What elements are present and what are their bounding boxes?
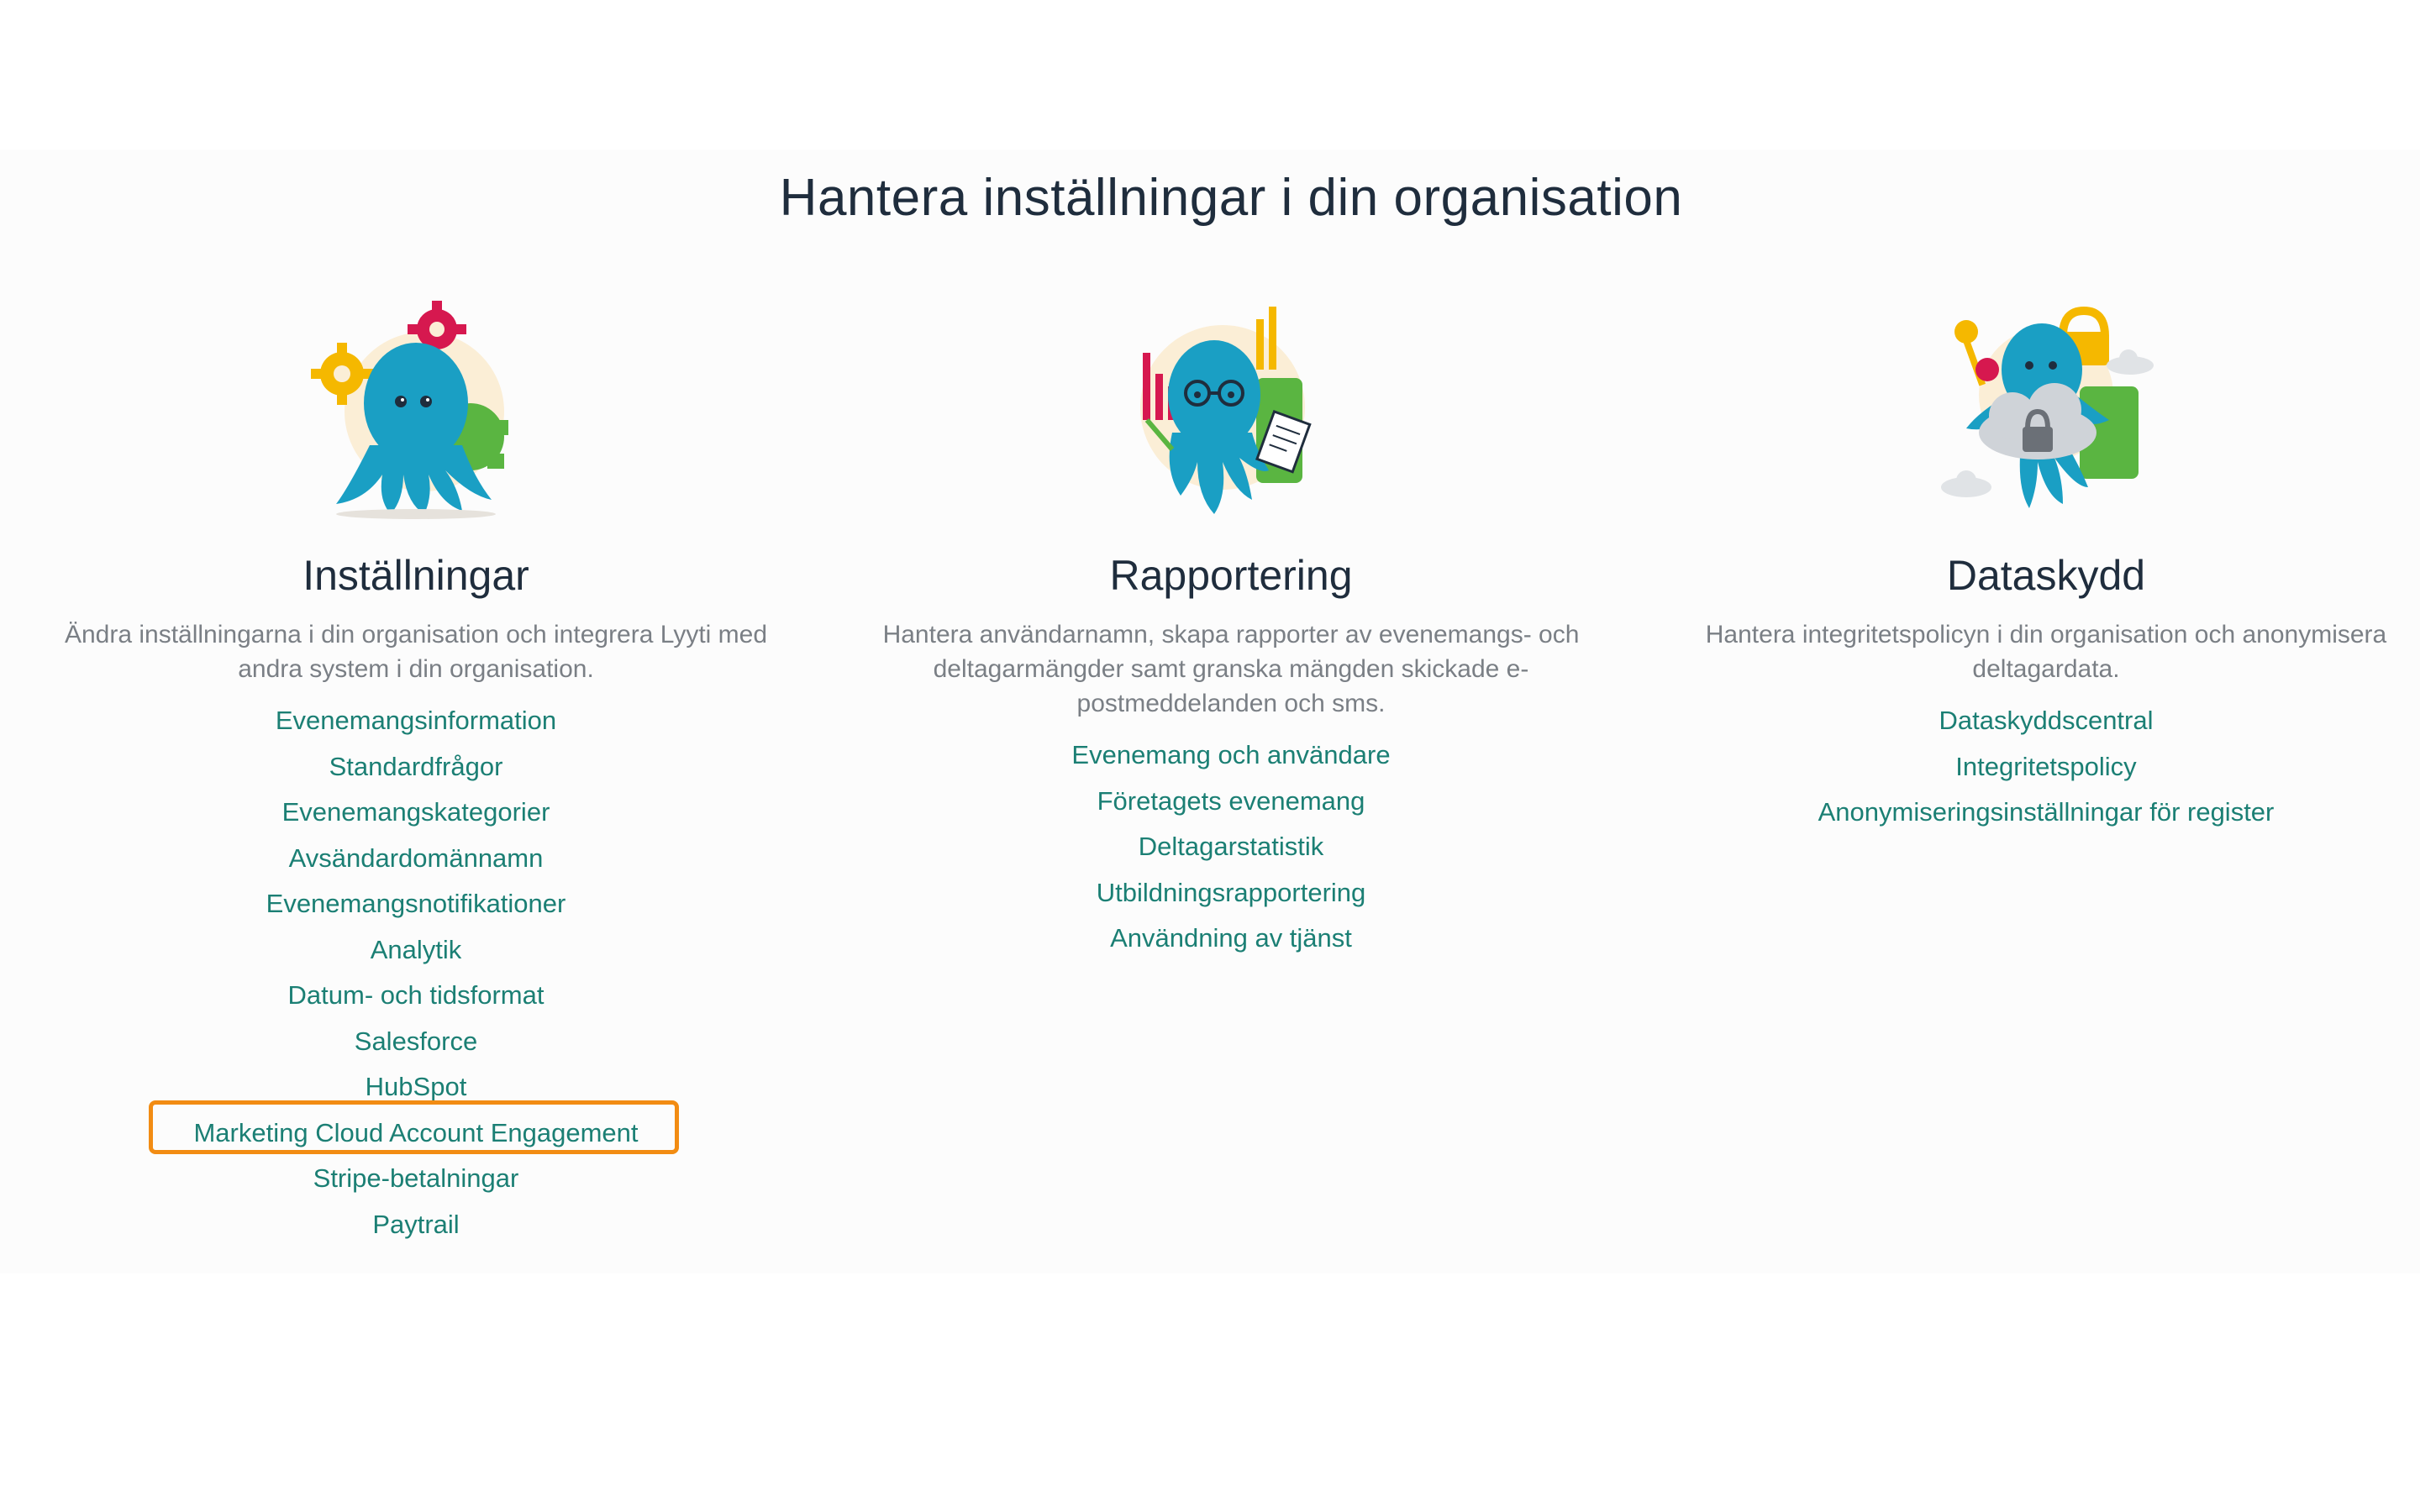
list-item: Användning av tjänst [836, 916, 1626, 962]
data-protection-octopus-lock-illustration [1928, 294, 2164, 529]
reporting-column: Rapportering Hantera användarnamn, skapa… [836, 294, 1626, 962]
settings-link-list: Evenemangsinformation Standardfrågor Eve… [21, 698, 811, 1247]
data-protection-link-list: Dataskyddscentral Integritetspolicy Anon… [1651, 698, 2420, 836]
link-hubspot[interactable]: HubSpot [366, 1072, 467, 1101]
list-item: Anonymiseringsinställningar för register [1651, 790, 2420, 836]
link-utbildningsrapportering[interactable]: Utbildningsrapportering [1097, 878, 1366, 907]
list-item: Evenemang och användare [836, 732, 1626, 779]
link-deltagarstatistik[interactable]: Deltagarstatistik [1139, 832, 1324, 861]
link-anvandning-av-tjanst[interactable]: Användning av tjänst [1110, 923, 1352, 953]
link-foretagets-evenemang[interactable]: Företagets evenemang [1097, 786, 1365, 816]
list-item: Analytik [21, 927, 811, 974]
list-item: Paytrail [21, 1202, 811, 1248]
link-dataskyddscentral[interactable]: Dataskyddscentral [1939, 706, 2153, 735]
list-item: Avsändardomännamn [21, 836, 811, 882]
settings-description: Ändra inställningarna i din organisation… [64, 621, 768, 683]
list-item: Integritetspolicy [1651, 744, 2420, 790]
data-protection-description: Hantera integritetspolicyn i din organis… [1705, 621, 2387, 683]
link-avsandardomannamn[interactable]: Avsändardomännamn [289, 843, 544, 873]
reporting-description: Hantera användarnamn, skapa rapporter av… [882, 621, 1580, 717]
link-evenemang-och-anvandare[interactable]: Evenemang och användare [1071, 740, 1390, 769]
list-item: Evenemangsnotifikationer [21, 881, 811, 927]
link-stripe-betalningar[interactable]: Stripe-betalningar [313, 1163, 519, 1193]
link-datum-och-tidsformat[interactable]: Datum- och tidsformat [288, 980, 544, 1010]
list-item: Marketing Cloud Account Engagement [21, 1110, 811, 1157]
settings-column: Inställningar Ändra inställningarna i di… [21, 294, 811, 1247]
link-standardfragor[interactable]: Standardfrågor [329, 752, 503, 781]
page-title: Hantera inställningar i din organisation [779, 169, 1683, 227]
reporting-link-list: Evenemang och användare Företagets evene… [836, 732, 1626, 962]
list-item: Deltagarstatistik [836, 824, 1626, 870]
link-paytrail[interactable]: Paytrail [372, 1210, 459, 1239]
reporting-octopus-charts-illustration [1113, 294, 1349, 529]
list-item: HubSpot [21, 1064, 811, 1110]
list-item: Salesforce [21, 1019, 811, 1065]
link-integritetspolicy[interactable]: Integritetspolicy [1955, 752, 2136, 781]
link-evenemangsnotifikationer[interactable]: Evenemangsnotifikationer [266, 889, 566, 918]
list-item: Evenemangskategorier [21, 790, 811, 836]
link-marketing-cloud-account-engagement[interactable]: Marketing Cloud Account Engagement [193, 1118, 638, 1147]
list-item: Evenemangsinformation [21, 698, 811, 744]
list-item: Företagets evenemang [836, 779, 1626, 825]
link-evenemangskategorier[interactable]: Evenemangskategorier [282, 797, 550, 827]
link-analytik[interactable]: Analytik [371, 935, 462, 964]
list-item: Stripe-betalningar [21, 1156, 811, 1202]
settings-octopus-gears-illustration [298, 294, 534, 529]
link-evenemangsinformation[interactable]: Evenemangsinformation [276, 706, 556, 735]
list-item: Dataskyddscentral [1651, 698, 2420, 744]
list-item: Utbildningsrapportering [836, 870, 1626, 916]
link-anonymiseringsinstallningar-for-register[interactable]: Anonymiseringsinställningar för register [1818, 797, 2275, 827]
data-protection-column: Dataskydd Hantera integritetspolicyn i d… [1651, 294, 2420, 836]
data-protection-heading: Dataskydd [1946, 552, 2146, 599]
list-item: Standardfrågor [21, 744, 811, 790]
reporting-heading: Rapportering [1109, 552, 1353, 599]
link-salesforce[interactable]: Salesforce [355, 1026, 477, 1056]
list-item: Datum- och tidsformat [21, 973, 811, 1019]
page: Hantera inställningar i din organisation [0, 0, 2420, 1512]
settings-heading: Inställningar [302, 552, 529, 599]
